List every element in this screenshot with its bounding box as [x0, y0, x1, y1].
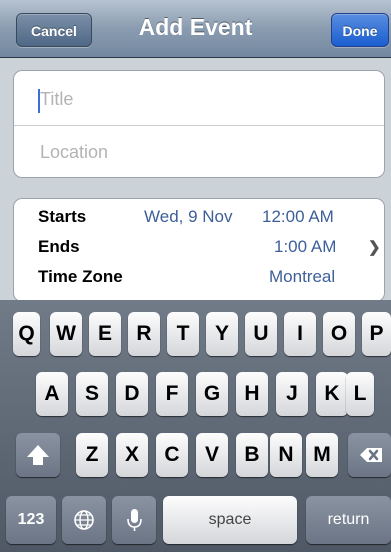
ends-row[interactable]: Ends 1:00 AM ❯: [14, 231, 384, 261]
key-l[interactable]: L: [346, 372, 374, 416]
key-y[interactable]: Y: [206, 312, 238, 356]
return-key[interactable]: return: [306, 496, 391, 544]
timezone-row[interactable]: Time Zone Montreal: [14, 261, 384, 293]
starts-row[interactable]: Starts Wed, 9 Nov 12:00 AM: [14, 199, 384, 231]
key-h[interactable]: H: [236, 372, 268, 416]
key-w[interactable]: W: [50, 312, 82, 356]
key-g[interactable]: G: [196, 372, 228, 416]
key-n[interactable]: N: [270, 433, 302, 477]
title-location-group: Title Location: [13, 70, 385, 178]
shift-key[interactable]: [16, 433, 60, 477]
globe-key[interactable]: [62, 496, 106, 544]
keyboard: Q W E R T Y U I O P A S D F G H J K L Z …: [0, 300, 391, 552]
key-k[interactable]: K: [316, 372, 348, 416]
key-a[interactable]: A: [36, 372, 68, 416]
starts-label: Starts: [38, 207, 87, 226]
location-field[interactable]: Location: [14, 126, 384, 178]
title-placeholder: Title: [40, 89, 74, 109]
backspace-key[interactable]: [348, 433, 391, 477]
key-v[interactable]: V: [196, 433, 228, 477]
title-field[interactable]: Title: [14, 71, 384, 125]
key-j[interactable]: J: [276, 372, 308, 416]
key-s[interactable]: S: [76, 372, 108, 416]
key-i[interactable]: I: [284, 312, 316, 356]
numbers-key[interactable]: 123: [6, 496, 56, 544]
starts-time: 12:00 AM: [262, 207, 334, 226]
key-z[interactable]: Z: [76, 433, 108, 477]
location-placeholder: Location: [40, 142, 109, 162]
key-r[interactable]: R: [128, 312, 160, 356]
key-e[interactable]: E: [89, 312, 121, 356]
key-b[interactable]: B: [236, 433, 268, 477]
globe-icon: [74, 510, 94, 530]
timezone-label: Time Zone: [38, 267, 123, 286]
key-q[interactable]: Q: [13, 312, 40, 356]
key-p[interactable]: P: [362, 312, 391, 356]
key-t[interactable]: T: [167, 312, 199, 356]
timezone-value: Montreal: [269, 267, 336, 286]
ends-time: 1:00 AM: [274, 237, 337, 256]
key-m[interactable]: M: [306, 433, 338, 477]
key-f[interactable]: F: [156, 372, 188, 416]
backspace-icon: [360, 448, 382, 462]
ends-label: Ends: [38, 237, 80, 256]
dictation-key[interactable]: [112, 496, 156, 544]
event-time-group: Starts Wed, 9 Nov 12:00 AM Ends 1:00 AM …: [13, 198, 385, 302]
key-c[interactable]: C: [156, 433, 188, 477]
done-button[interactable]: Done: [331, 13, 389, 47]
shift-icon: [27, 445, 49, 465]
key-x[interactable]: X: [116, 433, 148, 477]
navigation-bar: Cancel Add Event Done: [0, 0, 391, 58]
starts-date: Wed, 9 Nov: [144, 207, 233, 226]
space-key[interactable]: space: [163, 496, 297, 544]
key-d[interactable]: D: [116, 372, 148, 416]
microphone-icon: [127, 509, 142, 531]
chevron-right-icon: ❯: [368, 239, 381, 256]
key-u[interactable]: U: [245, 312, 277, 356]
key-o[interactable]: O: [323, 312, 355, 356]
event-form: Title Location Starts Wed, 9 Nov 12:00 A…: [0, 58, 391, 302]
